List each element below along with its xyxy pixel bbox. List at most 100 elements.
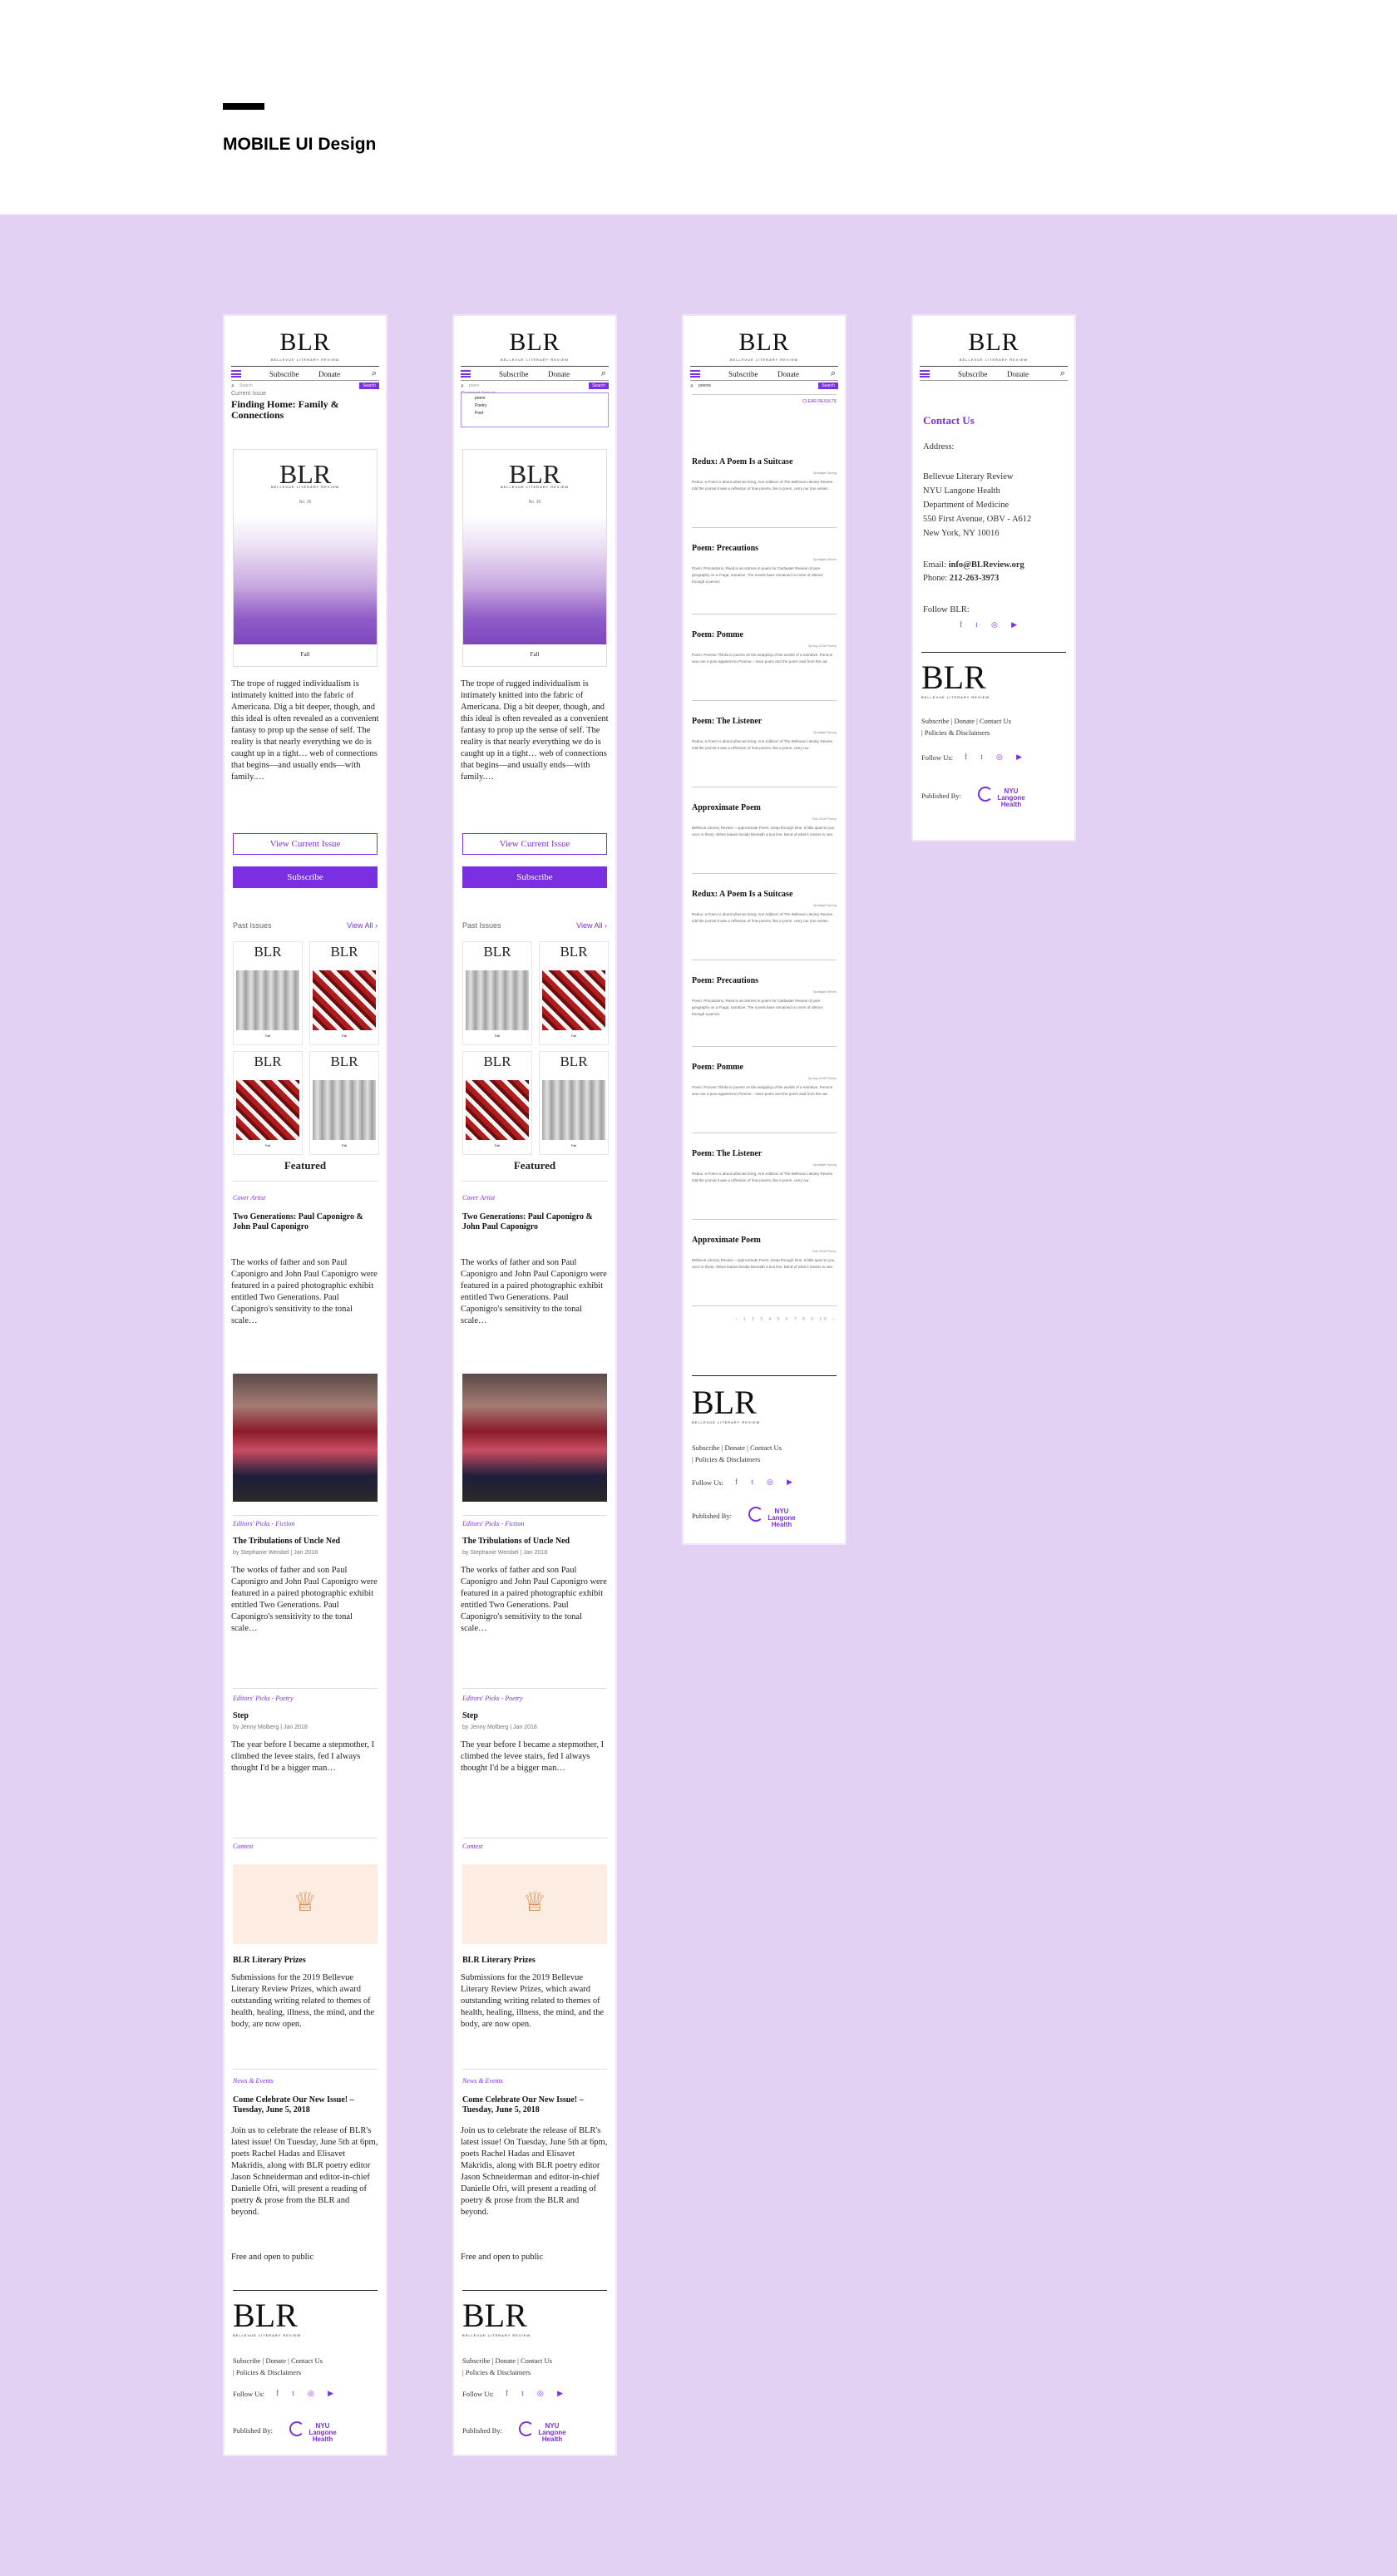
- blr-logo[interactable]: BLR: [913, 330, 1074, 355]
- article-category[interactable]: Editors' Picks - Fiction: [233, 1520, 294, 1527]
- article-category[interactable]: Editors' Picks - Fiction: [462, 1520, 524, 1527]
- result-title[interactable]: Poem: Pomme: [692, 1063, 837, 1072]
- nav-donate[interactable]: Donate: [1007, 370, 1029, 378]
- result-title[interactable]: Poem: The Listener: [692, 717, 837, 726]
- result-title[interactable]: Redux: A Poem Is a Suitcase: [692, 457, 837, 466]
- result-title[interactable]: Poem: The Listener: [692, 1149, 837, 1158]
- past-issue-card[interactable]: BLR Fall: [309, 1051, 379, 1155]
- footer-links[interactable]: Subscribe | Donate | Contact Us: [233, 2355, 378, 2366]
- nav-subscribe[interactable]: Subscribe: [499, 370, 529, 378]
- footer-links-2[interactable]: | Policies & Disclaimers: [692, 1453, 837, 1465]
- article-title[interactable]: Step: [233, 1711, 378, 1721]
- menu-icon[interactable]: [461, 370, 471, 378]
- pagination[interactable]: ‹ 1 2 3 4 5 6 7 8 9 10 ›: [692, 1317, 837, 1322]
- blr-logo[interactable]: BLR: [225, 330, 386, 355]
- footer-links[interactable]: Subscribe | Donate | Contact Us: [921, 715, 1066, 727]
- email-link[interactable]: info@BLReview.org: [949, 560, 1024, 570]
- article-category[interactable]: Editors' Picks - Poetry: [462, 1695, 523, 1702]
- article-title[interactable]: Two Generations: Paul Caponigro & John P…: [462, 1212, 607, 1232]
- past-issue-card[interactable]: BLR Fall: [462, 941, 532, 1045]
- article-title[interactable]: Two Generations: Paul Caponigro & John P…: [233, 1212, 378, 1232]
- article-photo[interactable]: [233, 1374, 378, 1502]
- contest-image[interactable]: ♕: [462, 1864, 607, 1944]
- article-category[interactable]: News & Events: [462, 2077, 503, 2085]
- footer-logo[interactable]: BLR: [462, 2299, 527, 2332]
- suggestion-item[interactable]: Poetry: [475, 404, 608, 408]
- result-title[interactable]: Poem: Pomme: [692, 630, 837, 639]
- article-title[interactable]: Come Celebrate Our New Issue! – Tuesday,…: [233, 2095, 378, 2115]
- current-issue-cover[interactable]: BLR BELLEVUE LITERARY REVIEW No. 36 Fall: [462, 449, 607, 667]
- current-issue-title[interactable]: Finding Home: Family & Connections: [231, 399, 379, 421]
- social-icons[interactable]: f t ◎ ▶: [965, 753, 1028, 762]
- contest-image[interactable]: ♕: [233, 1864, 378, 1944]
- suggestion-item[interactable]: Poet: [475, 412, 608, 416]
- social-icons[interactable]: f t ◎ ▶: [735, 1478, 798, 1487]
- search-icon[interactable]: ⌕: [599, 368, 609, 378]
- footer-links-2[interactable]: | Policies & Disclaimers: [921, 727, 1066, 738]
- search-icon[interactable]: ⌕: [369, 368, 379, 378]
- footer-logo[interactable]: BLR: [921, 661, 986, 694]
- article-category[interactable]: Cover Artist: [462, 1194, 495, 1202]
- article-photo[interactable]: [462, 1374, 607, 1502]
- footer-logo[interactable]: BLR: [692, 1386, 757, 1419]
- article-category[interactable]: Contest: [233, 1843, 253, 1850]
- nav-donate[interactable]: Donate: [777, 370, 799, 378]
- footer-links-2[interactable]: | Policies & Disclaimers: [233, 2366, 378, 2378]
- article-title[interactable]: BLR Literary Prizes: [233, 1956, 378, 1966]
- menu-icon[interactable]: [920, 370, 930, 378]
- result-title[interactable]: Redux: A Poem Is a Suitcase: [692, 890, 837, 899]
- past-issue-card[interactable]: BLR Fall: [233, 941, 303, 1045]
- result-title[interactable]: Poem: Precautions: [692, 544, 837, 553]
- search-icon[interactable]: ⌕: [828, 368, 838, 378]
- past-issue-card[interactable]: BLR Fall: [539, 941, 609, 1045]
- social-icons[interactable]: f t ◎ ▶: [276, 2389, 339, 2398]
- phone-number[interactable]: 212-263-3973: [950, 574, 1000, 583]
- footer-links-2[interactable]: | Policies & Disclaimers: [462, 2366, 607, 2378]
- social-icons[interactable]: f t ◎ ▶: [960, 620, 1023, 629]
- subscribe-button[interactable]: Subscribe: [233, 866, 378, 888]
- nav-subscribe[interactable]: Subscribe: [269, 370, 299, 378]
- search-input[interactable]: poem: [469, 382, 480, 389]
- search-icon[interactable]: ⌕: [1058, 368, 1068, 378]
- past-issue-card[interactable]: BLR Fall: [539, 1051, 609, 1155]
- blr-logo[interactable]: BLR: [454, 330, 615, 355]
- menu-icon[interactable]: [690, 370, 700, 378]
- article-category[interactable]: Editors' Picks - Poetry: [233, 1695, 294, 1702]
- past-issue-card[interactable]: BLR Fall: [309, 941, 379, 1045]
- article-category[interactable]: Cover Artist: [233, 1194, 265, 1202]
- article-title[interactable]: The Tribulations of Uncle Ned: [462, 1537, 607, 1547]
- search-input[interactable]: poems: [698, 382, 711, 389]
- past-issue-card[interactable]: BLR Fall: [233, 1051, 303, 1155]
- clear-results-link[interactable]: CLEAR RESULTS: [802, 399, 837, 404]
- nyu-langone-logo[interactable]: NYU Langone Health: [748, 1507, 803, 1528]
- view-all-link[interactable]: View All ›: [576, 921, 607, 930]
- footer-links[interactable]: Subscribe | Donate | Contact Us: [692, 1442, 837, 1453]
- view-current-issue-button[interactable]: View Current Issue: [233, 833, 378, 855]
- search-button[interactable]: Search: [589, 382, 609, 389]
- footer-links[interactable]: Subscribe | Donate | Contact Us: [462, 2355, 607, 2366]
- result-title[interactable]: Poem: Precautions: [692, 976, 837, 985]
- view-current-issue-button[interactable]: View Current Issue: [462, 833, 607, 855]
- nav-donate[interactable]: Donate: [548, 370, 570, 378]
- article-title[interactable]: Come Celebrate Our New Issue! – Tuesday,…: [462, 2095, 607, 2115]
- social-icons[interactable]: f t ◎ ▶: [506, 2389, 569, 2398]
- result-title[interactable]: Approximate Poem: [692, 803, 837, 812]
- nav-subscribe[interactable]: Subscribe: [958, 370, 988, 378]
- menu-icon[interactable]: [231, 370, 241, 378]
- nav-subscribe[interactable]: Subscribe: [728, 370, 758, 378]
- article-category[interactable]: Contest: [462, 1843, 482, 1850]
- current-issue-cover[interactable]: BLR BELLEVUE LITERARY REVIEW No. 36 Fall: [233, 449, 378, 667]
- article-title[interactable]: BLR Literary Prizes: [462, 1956, 607, 1966]
- view-all-link[interactable]: View All ›: [347, 921, 378, 930]
- nyu-langone-logo[interactable]: NYU Langone Health: [519, 2421, 574, 2443]
- result-title[interactable]: Approximate Poem: [692, 1236, 837, 1245]
- nyu-langone-logo[interactable]: NYU Langone Health: [978, 787, 1033, 808]
- past-issue-card[interactable]: BLR Fall: [462, 1051, 532, 1155]
- nav-donate[interactable]: Donate: [318, 370, 340, 378]
- footer-logo[interactable]: BLR: [233, 2299, 298, 2332]
- article-category[interactable]: News & Events: [233, 2077, 274, 2085]
- search-button[interactable]: Search: [359, 382, 379, 389]
- article-title[interactable]: Step: [462, 1711, 607, 1721]
- search-input[interactable]: Search: [239, 382, 253, 389]
- subscribe-button[interactable]: Subscribe: [462, 866, 607, 888]
